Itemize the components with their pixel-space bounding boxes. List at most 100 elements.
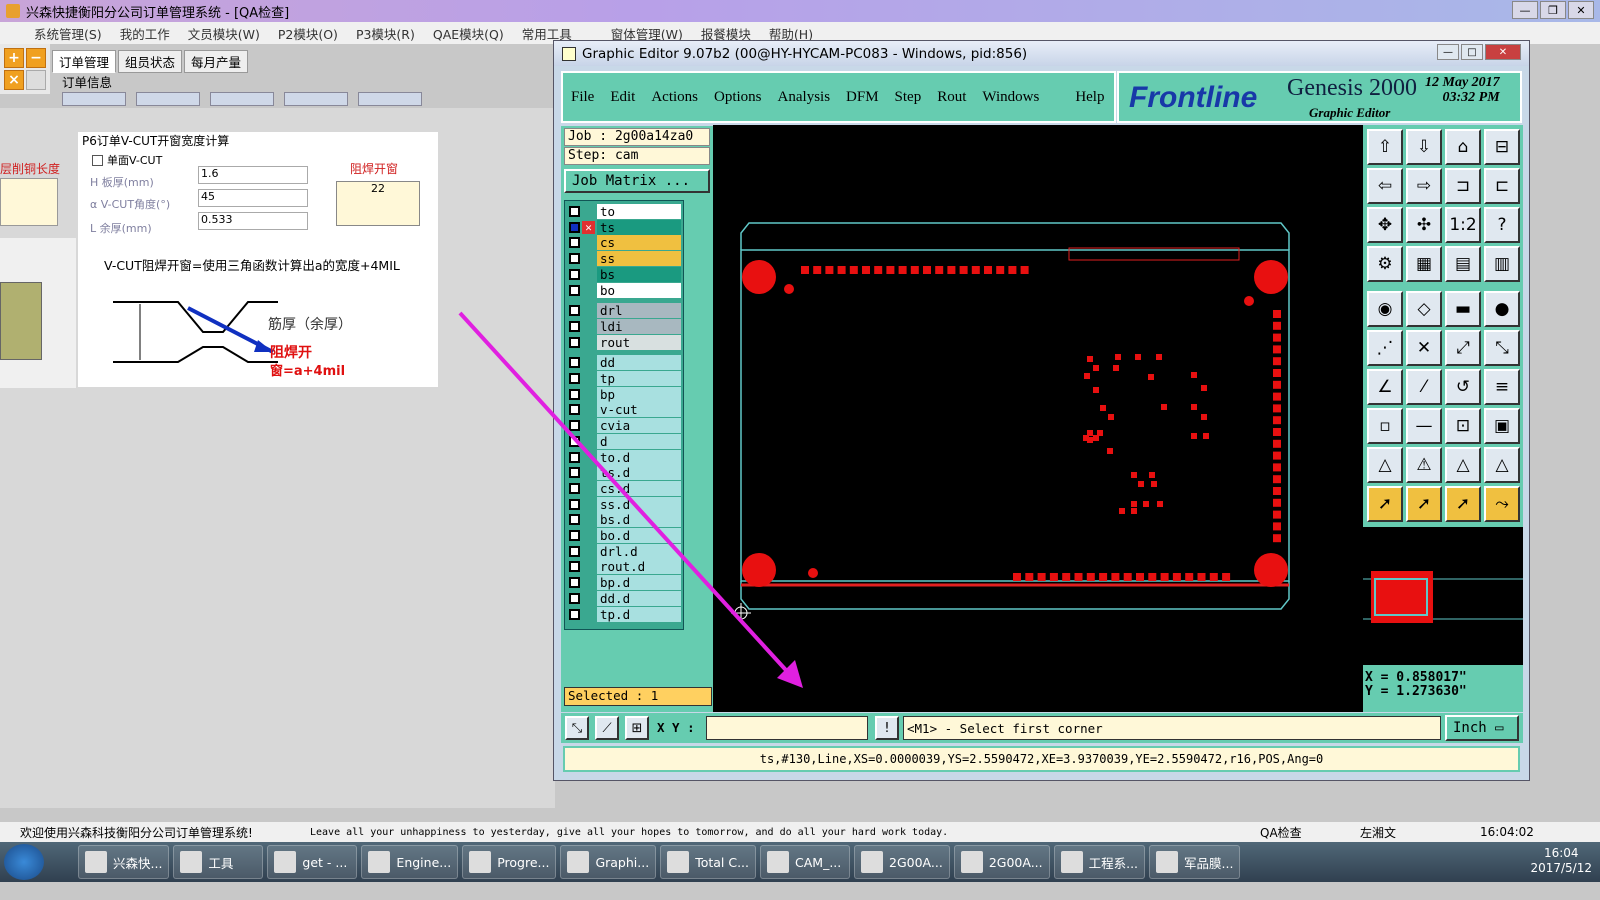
system-tray-clock[interactable]: 16:04 2017/5/12 xyxy=(1530,846,1592,876)
step-out-icon[interactable]: ⊏ xyxy=(1484,168,1520,204)
snap-icon[interactable]: ⊡ xyxy=(1445,408,1481,444)
add-icon[interactable]: ▫ xyxy=(1367,408,1403,444)
arc-icon[interactable]: △ xyxy=(1445,447,1481,483)
menu-p2[interactable]: P2模块(O) xyxy=(269,24,347,43)
ratio-icon[interactable]: 1:2 xyxy=(1445,207,1481,243)
measure-icon[interactable]: ⟋ xyxy=(595,716,619,740)
pan-icon[interactable]: ✣ xyxy=(1406,207,1442,243)
window-icon[interactable]: ⊟ xyxy=(1484,129,1520,165)
taskbar-item[interactable]: Total C... xyxy=(660,845,757,879)
menu-p3[interactable]: P3模块(R) xyxy=(347,24,424,43)
layer-b-icon[interactable]: ▥ xyxy=(1484,246,1520,282)
arc-b-icon[interactable]: △ xyxy=(1484,447,1520,483)
restore-button[interactable]: ❐ xyxy=(1540,1,1566,19)
line-tool-icon[interactable]: ▬ xyxy=(1445,291,1481,327)
menu-dfm[interactable]: DFM xyxy=(846,89,879,106)
layer-row[interactable]: bs xyxy=(569,266,681,282)
shape-icon[interactable]: ◇ xyxy=(1406,291,1442,327)
single-vcut-checkbox[interactable] xyxy=(92,154,103,166)
unit-selector[interactable]: Inch ▭ xyxy=(1445,715,1519,741)
layer-checkbox[interactable] xyxy=(569,206,580,217)
taskbar-item[interactable]: Engine... xyxy=(361,845,459,879)
taskbar-item[interactable]: Graphi... xyxy=(560,845,657,879)
layer-row[interactable]: ss xyxy=(569,251,681,267)
layer-checkbox[interactable] xyxy=(569,284,580,296)
move-icon[interactable]: ⤢ xyxy=(1445,330,1481,366)
plus-icon[interactable]: + xyxy=(4,48,24,68)
zoom-area-icon[interactable]: ⤡ xyxy=(565,716,589,740)
align-icon[interactable]: ≡ xyxy=(1484,369,1520,405)
close-button[interactable]: ✕ xyxy=(1568,1,1594,19)
menu-file[interactable]: File xyxy=(571,89,594,106)
angle-icon[interactable]: ∠ xyxy=(1367,369,1403,405)
connect-icon[interactable]: ⋰ xyxy=(1367,330,1403,366)
layer-row[interactable]: ✕ ts xyxy=(569,219,681,235)
cross-icon[interactable]: ✕ xyxy=(1406,330,1442,366)
blank-icon[interactable] xyxy=(26,70,46,90)
ge-close-button[interactable]: ✕ xyxy=(1485,44,1521,60)
taskbar-item[interactable]: 2G00A... xyxy=(854,845,950,879)
job-matrix-button[interactable]: Job Matrix ... xyxy=(564,169,710,193)
ge-maximize-button[interactable]: □ xyxy=(1461,44,1483,60)
menu-system[interactable]: 系统管理(S) xyxy=(0,24,111,43)
layer-checkbox[interactable] xyxy=(569,253,580,265)
select-b-icon[interactable]: ➚ xyxy=(1406,486,1442,522)
menu-windows[interactable]: Windows xyxy=(982,89,1039,106)
tab-monthly[interactable]: 每月产量 xyxy=(184,50,249,73)
thickness-field[interactable]: 1.6 xyxy=(198,166,308,184)
alert-icon[interactable]: ! xyxy=(875,716,899,740)
warn-icon[interactable]: ⚠ xyxy=(1406,447,1442,483)
right-icon[interactable]: ⇨ xyxy=(1406,168,1442,204)
slash-icon[interactable]: ⁄ xyxy=(1406,369,1442,405)
group-icon[interactable]: ▣ xyxy=(1484,408,1520,444)
menu-options[interactable]: Options xyxy=(714,89,762,106)
layer-checkbox[interactable] xyxy=(569,268,580,280)
taskbar-item[interactable]: CAM_... xyxy=(760,845,851,879)
copy-icon[interactable]: ⤡ xyxy=(1484,330,1520,366)
menu-help[interactable]: Help xyxy=(1075,89,1104,106)
residual-field[interactable]: 0.533 xyxy=(198,212,308,230)
taskbar-item[interactable]: 工具 xyxy=(173,845,264,879)
menu-analysis[interactable]: Analysis xyxy=(778,89,831,106)
rotate-icon[interactable]: ↺ xyxy=(1445,369,1481,405)
step-in-icon[interactable]: ⊐ xyxy=(1445,168,1481,204)
taskbar-item[interactable]: 2G00A... xyxy=(953,845,1050,879)
home-icon[interactable]: ⌂ xyxy=(1445,129,1481,165)
down-icon[interactable]: ⇩ xyxy=(1406,129,1442,165)
left-icon[interactable]: ⇦ xyxy=(1367,168,1403,204)
xy-input[interactable] xyxy=(706,716,868,740)
fit-icon[interactable]: ✥ xyxy=(1367,207,1403,243)
order-button[interactable] xyxy=(284,92,348,106)
x-icon[interactable]: × xyxy=(4,70,24,90)
tab-members[interactable]: 组员状态 xyxy=(118,50,183,73)
menu-my-work[interactable]: 我的工作 xyxy=(111,24,179,43)
select-icon[interactable]: ➚ xyxy=(1367,486,1403,522)
up-icon[interactable]: ⇧ xyxy=(1367,129,1403,165)
menu-edit[interactable]: Edit xyxy=(610,89,635,106)
start-button[interactable] xyxy=(4,844,44,880)
menu-rout[interactable]: Rout xyxy=(937,89,966,106)
settings-icon[interactable]: ⚙ xyxy=(1367,246,1403,282)
layer-row[interactable]: cs xyxy=(569,235,681,251)
taskbar-item[interactable]: 军品膜... xyxy=(1149,845,1241,879)
menu-actions[interactable]: Actions xyxy=(651,89,698,106)
pad-icon[interactable]: ◉ xyxy=(1367,291,1403,327)
minus-icon[interactable]: − xyxy=(26,48,46,68)
menu-step[interactable]: Step xyxy=(895,89,922,106)
angle-field[interactable]: 45 xyxy=(198,189,308,207)
taskbar-item[interactable]: Progre... xyxy=(462,845,557,879)
ge-minimize-button[interactable]: — xyxy=(1437,44,1459,60)
triangle-icon[interactable]: △ xyxy=(1367,447,1403,483)
zoom-preview[interactable] xyxy=(1363,527,1523,665)
taskbar-item[interactable]: 兴森快... xyxy=(78,845,170,879)
layer-a-icon[interactable]: ▤ xyxy=(1445,246,1481,282)
help-icon[interactable]: ? xyxy=(1484,207,1520,243)
menu-qae[interactable]: QAE模块(Q) xyxy=(424,24,513,43)
order-button[interactable] xyxy=(136,92,200,106)
layer-checkbox[interactable] xyxy=(569,237,580,249)
taskbar-item[interactable]: 工程系... xyxy=(1053,845,1146,879)
order-button[interactable] xyxy=(358,92,422,106)
grid-icon[interactable]: ▦ xyxy=(1406,246,1442,282)
taskbar-item[interactable]: get - ... xyxy=(267,845,358,879)
order-button[interactable] xyxy=(62,92,126,106)
